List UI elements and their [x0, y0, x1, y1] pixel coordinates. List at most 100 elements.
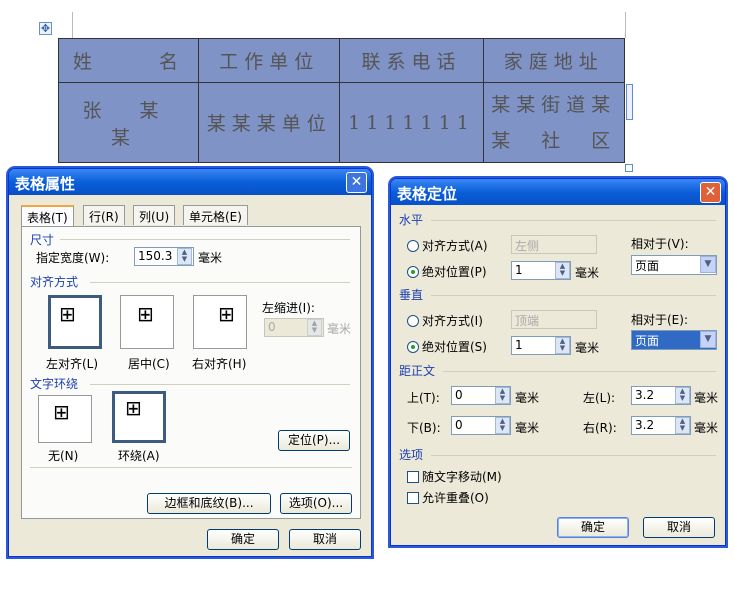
v-align-label: 对齐方式(I)	[422, 314, 483, 328]
tab-bar: 表格(T) 行(R) 列(U) 单元格(E)	[21, 205, 361, 227]
radio-icon	[407, 240, 419, 252]
checkbox-icon	[407, 471, 419, 483]
divider	[60, 239, 350, 240]
options-group-label: 选项	[399, 448, 424, 462]
wrap-none-option[interactable]: ⊞	[38, 395, 92, 443]
top-spinner[interactable]: ▲ ▼	[495, 387, 510, 404]
align-right-label: 右对齐(H)	[192, 357, 247, 371]
radio-icon	[407, 341, 419, 353]
dialog-title: 表格属性	[9, 169, 371, 195]
tab-column[interactable]: 列(U)	[133, 205, 176, 225]
h-abs-spinner[interactable]: ▲ ▼	[555, 262, 570, 279]
v-align-radio[interactable]: 对齐方式(I)	[407, 312, 483, 329]
v-unit: 毫米	[575, 341, 600, 355]
indent-spinner[interactable]: ▲ ▼	[307, 319, 322, 336]
bottom-unit: 毫米	[515, 421, 540, 435]
table-resize-handle[interactable]	[625, 164, 633, 172]
width-unit: 毫米	[198, 251, 223, 265]
distance-group-label: 距正文	[399, 364, 436, 378]
allow-overlap-checkbox[interactable]: 允许重叠(O)	[407, 489, 489, 506]
right-spinner[interactable]: ▲ ▼	[675, 417, 690, 434]
dialog-title: 表格定位	[391, 179, 725, 205]
cell[interactable]: 姓 名	[58, 38, 199, 83]
cell-line: 某 社 区	[491, 129, 617, 152]
v-abs-spinner[interactable]: ▲ ▼	[555, 337, 570, 354]
h-align-select[interactable]: 左侧	[511, 235, 597, 254]
document-table[interactable]: 姓 名工作单位 联系电话 家庭地址 张 某 某某某某单位 1111111 某某街道某某 …	[58, 38, 626, 163]
align-group-label: 对齐方式	[30, 275, 79, 289]
h-unit: 毫米	[575, 266, 600, 280]
divider	[431, 455, 716, 456]
move-with-text-checkbox[interactable]: 随文字移动(M)	[407, 468, 502, 485]
indent-label: 左缩进(I):	[262, 301, 315, 315]
table-properties-dialog: 表格属性 ✕ 表格(T) 行(R) 列(U) 单元格(E) 尺寸 指定宽度(W)…	[8, 168, 372, 557]
chevron-down-icon[interactable]: ▼	[700, 256, 716, 273]
cell[interactable]: 某某街道某某 社 区	[482, 82, 626, 163]
divider	[90, 282, 350, 283]
left-spinner[interactable]: ▲ ▼	[675, 387, 690, 404]
move-with-text-label: 随文字移动(M)	[422, 470, 502, 484]
cell-line: 某某街道某	[491, 93, 617, 116]
position-button[interactable]: 定位(P)...	[278, 430, 350, 451]
cell[interactable]: 家庭地址	[482, 38, 626, 83]
radio-icon	[407, 315, 419, 327]
h-align-radio[interactable]: 对齐方式(A)	[407, 237, 488, 254]
page-margin-line-right	[625, 12, 626, 38]
table-move-handle[interactable]: ✥	[39, 22, 52, 35]
borders-shading-button[interactable]: 边框和底纹(B)...	[147, 493, 271, 514]
wrap-around-label: 环绕(A)	[118, 449, 160, 463]
v-abs-radio[interactable]: 绝对位置(S)	[407, 338, 487, 355]
divider	[90, 384, 350, 385]
tab-cell[interactable]: 单元格(E)	[183, 205, 248, 225]
page-margin-line	[72, 12, 73, 38]
top-label: 上(T):	[407, 391, 440, 405]
table-positioning-dialog: 表格定位 ✕ 水平 对齐方式(A) 左侧 绝对位置(P) 1 ▲ ▼ 毫米 相对于…	[390, 178, 726, 546]
left-label: 左(L):	[583, 391, 616, 405]
cell[interactable]: 某某某单位	[197, 82, 341, 163]
cell[interactable]: 1111111	[339, 82, 484, 163]
align-left-option[interactable]: ⊞	[48, 295, 102, 349]
v-align-select[interactable]: 顶端	[511, 310, 597, 329]
tab-row[interactable]: 行(R)	[83, 205, 125, 225]
allow-overlap-label: 允许重叠(O)	[422, 491, 489, 505]
h-align-label: 对齐方式(A)	[422, 239, 488, 253]
cell[interactable]: 联系电话	[339, 38, 484, 83]
h-abs-radio[interactable]: 绝对位置(P)	[407, 263, 487, 280]
wrap-group-label: 文字环绕	[30, 377, 79, 391]
ok-button[interactable]: 确定	[207, 529, 279, 550]
v-relative-label: 相对于(E):	[631, 313, 688, 327]
align-left-label: 左对齐(L)	[46, 357, 99, 371]
wrap-none-label: 无(N)	[48, 449, 79, 463]
v-abs-label: 绝对位置(S)	[422, 340, 487, 354]
wrap-around-option[interactable]: ⊞	[112, 391, 166, 443]
tab-table[interactable]: 表格(T)	[21, 205, 74, 227]
divider	[431, 295, 716, 296]
row-resize-handle[interactable]	[626, 84, 633, 120]
radio-icon	[407, 266, 419, 278]
checkbox-icon	[407, 492, 419, 504]
tab-panel: 尺寸 指定宽度(W): 150.3 ▲ ▼ 毫米 对齐方式 ⊞ ⊞ ⊞ 左对齐(L…	[21, 226, 361, 519]
horizontal-group-label: 水平	[399, 213, 424, 227]
chevron-down-icon[interactable]: ▼	[700, 331, 716, 348]
indent-unit: 毫米	[327, 322, 352, 336]
divider	[431, 220, 716, 221]
divider	[30, 467, 352, 468]
h-relative-label: 相对于(V):	[631, 237, 689, 251]
width-label: 指定宽度(W):	[36, 251, 110, 265]
cancel-button[interactable]: 取消	[289, 529, 361, 550]
width-spinner[interactable]: ▲ ▼	[177, 248, 192, 265]
close-button[interactable]: ✕	[700, 182, 721, 203]
cell[interactable]: 工作单位	[197, 38, 341, 83]
options-button[interactable]: 选项(O)...	[280, 493, 352, 514]
h-abs-label: 绝对位置(P)	[422, 265, 487, 279]
vertical-group-label: 垂直	[399, 288, 424, 302]
close-button[interactable]: ✕	[346, 172, 367, 193]
ok-button[interactable]: 确定	[557, 517, 629, 538]
cell[interactable]: 张 某 某	[58, 82, 199, 163]
bottom-spinner[interactable]: ▲ ▼	[495, 417, 510, 434]
right-label: 右(R):	[583, 421, 617, 435]
divider	[443, 371, 716, 372]
cancel-button[interactable]: 取消	[643, 517, 715, 538]
align-right-option[interactable]: ⊞	[193, 295, 247, 349]
align-center-option[interactable]: ⊞	[120, 295, 174, 349]
